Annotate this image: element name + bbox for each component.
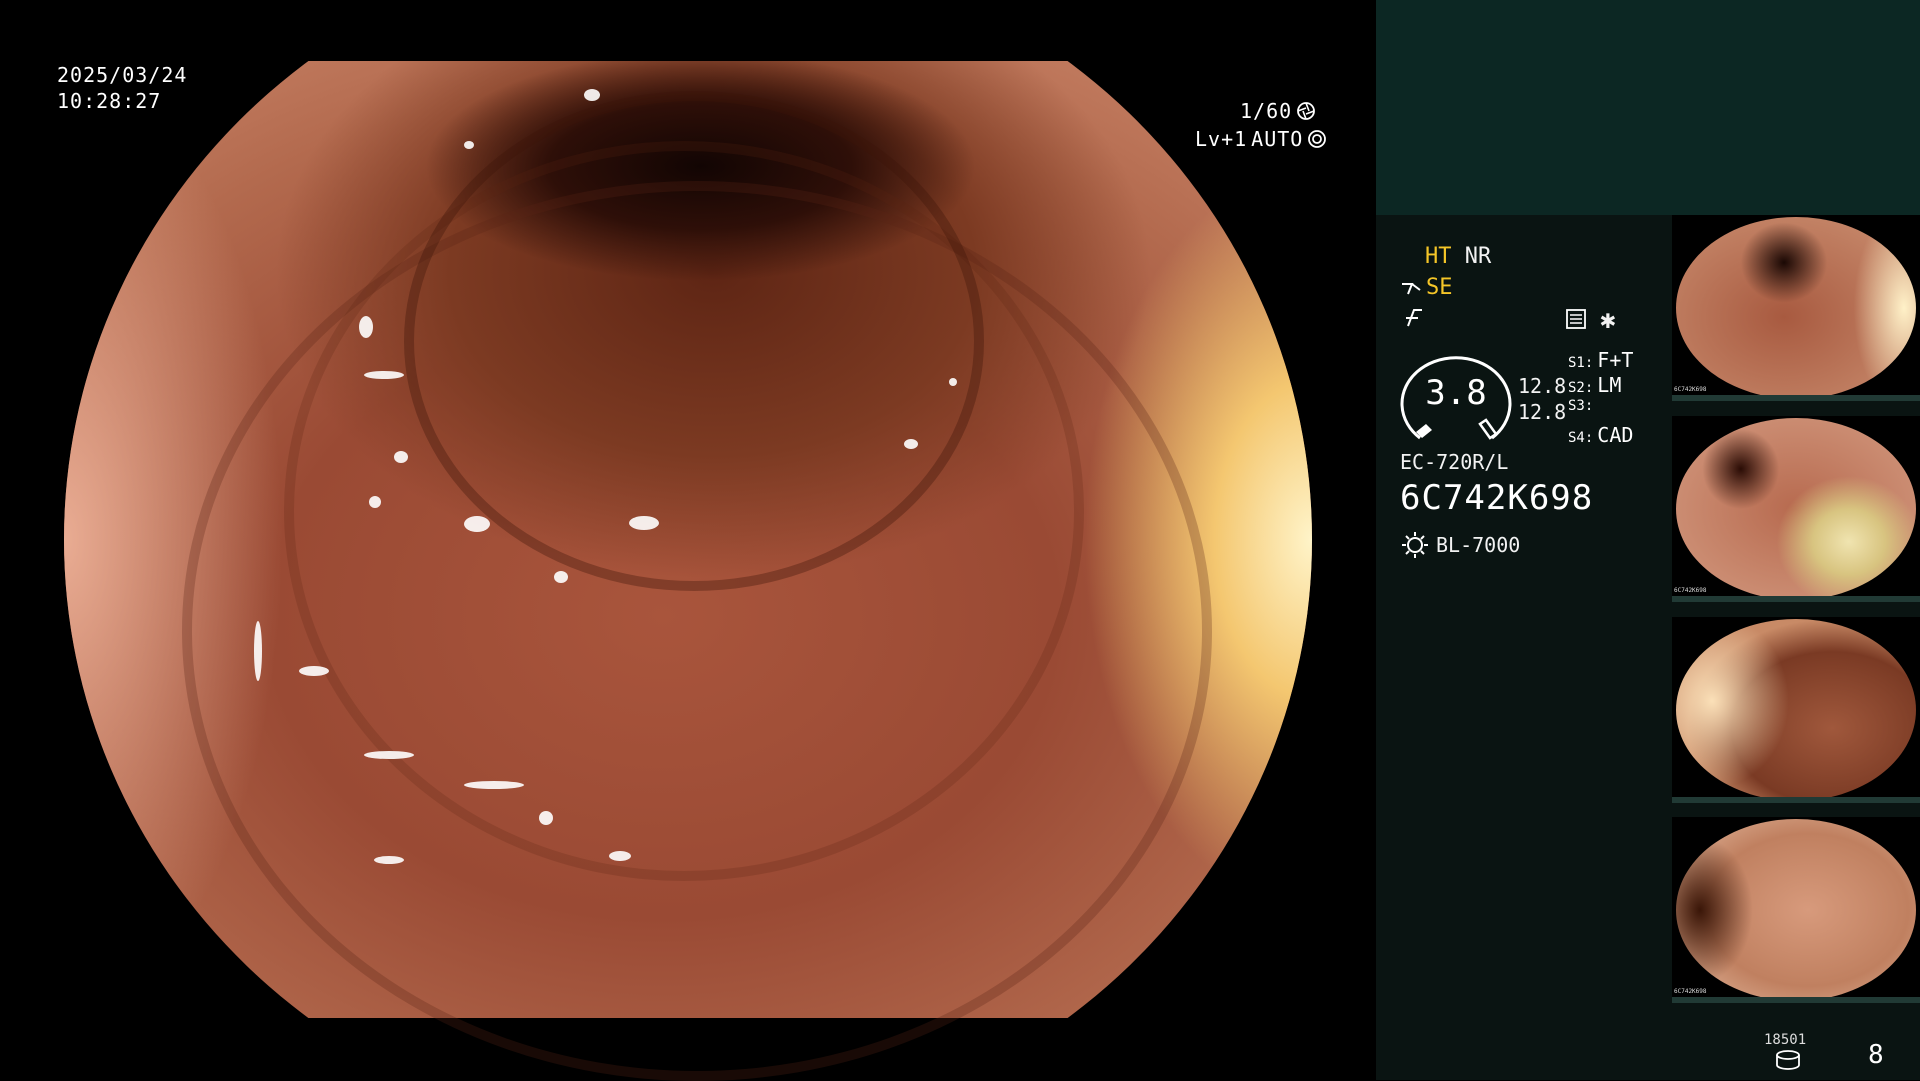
thumbnail-image xyxy=(1676,819,1916,1001)
scope-serial: 6C742K698 xyxy=(1400,478,1594,518)
switch-row: S2: LM xyxy=(1568,373,1633,398)
thumbnail-bar xyxy=(1672,997,1920,1003)
switch-row: S1: F+T xyxy=(1568,348,1633,373)
iris-icon xyxy=(1308,130,1327,148)
storage-icon xyxy=(1776,1050,1800,1070)
switch-value: CAD xyxy=(1597,423,1634,447)
thumbnail-image xyxy=(1676,619,1916,801)
specular-highlight xyxy=(904,439,918,449)
panel-header-area xyxy=(1376,0,1920,215)
specular-highlight xyxy=(254,621,262,681)
storage-count: 18501 xyxy=(1764,1032,1807,1048)
specular-highlight xyxy=(464,781,524,789)
se-mode-label: SE xyxy=(1426,275,1453,300)
filter-icon xyxy=(1406,309,1422,327)
thumbnail-label: 6C742K698 xyxy=(1674,587,1707,594)
switch-value: F+T xyxy=(1597,348,1634,372)
value-b: 12.8 xyxy=(1518,400,1567,424)
brightness-level: Lv+1 xyxy=(1195,127,1248,151)
specular-highlight xyxy=(949,378,957,386)
asterisk-icon: ✱ xyxy=(1600,305,1616,335)
specular-highlight xyxy=(584,89,600,101)
time-readout: 10:28:27 xyxy=(57,89,162,113)
endoscope-live-view xyxy=(64,61,1312,1081)
specular-highlight xyxy=(299,666,329,676)
capture-thumbnail[interactable]: 6C742K698 xyxy=(1672,817,1920,1003)
thumbnail-bar xyxy=(1672,797,1920,803)
specular-highlight xyxy=(539,811,553,825)
scope-model: EC-720R/L xyxy=(1400,450,1509,474)
thumbnail-bar xyxy=(1672,395,1920,401)
specular-highlight xyxy=(464,141,474,149)
specular-highlight xyxy=(374,856,404,864)
thumbnail-bar xyxy=(1672,596,1920,602)
record-settings-icon xyxy=(1566,309,1586,329)
specular-highlight xyxy=(554,571,568,583)
iris-indicator: Lv+1 AUTO xyxy=(1195,126,1327,152)
switch-row: S3: xyxy=(1568,398,1633,423)
thumbnail-image xyxy=(1676,217,1916,399)
switch-key: S4: xyxy=(1568,430,1594,446)
light-source-model: BL-7000 xyxy=(1436,533,1521,557)
capture-thumbnail[interactable]: 6C742K698 xyxy=(1672,215,1920,401)
shutter-speed: 1/60 xyxy=(1240,99,1293,123)
light-source-row: BL-7000 xyxy=(1400,530,1520,560)
thumbnail-image xyxy=(1676,418,1916,600)
switch-list: S1: F+T S2: LM S3: S4: CAD xyxy=(1568,348,1633,448)
date-readout: 2025/03/24 xyxy=(57,63,188,87)
specular-highlight xyxy=(629,516,659,530)
specular-highlight xyxy=(364,371,404,379)
switch-row: S4: CAD xyxy=(1568,423,1633,448)
mode-row-1: HT NR xyxy=(1425,243,1491,271)
thumbnail-label: 6C742K698 xyxy=(1674,988,1707,995)
mode-row-2: SE xyxy=(1400,274,1453,302)
enhance-icon xyxy=(1402,283,1421,295)
ht-mode-label: HT xyxy=(1425,244,1452,269)
zoom-value: 3.8 xyxy=(1425,373,1487,413)
specular-highlight xyxy=(464,516,490,532)
capture-thumbnail[interactable] xyxy=(1672,617,1920,803)
shutter-icon xyxy=(1297,102,1316,120)
value-a: 12.8 xyxy=(1518,374,1567,398)
switch-key: S1: xyxy=(1568,355,1594,371)
switch-key: S2: xyxy=(1568,380,1594,396)
specular-highlight xyxy=(369,496,381,508)
iris-mode: AUTO xyxy=(1251,127,1304,151)
switch-key: S3: xyxy=(1568,398,1594,414)
image-count: 8 xyxy=(1868,1040,1884,1070)
mucosal-fold-inner xyxy=(404,91,984,591)
capture-thumbnail[interactable]: 6C742K698 xyxy=(1672,416,1920,602)
specular-highlight xyxy=(359,316,373,338)
specular-highlight xyxy=(364,751,414,759)
thumbnail-label: 6C742K698 xyxy=(1674,386,1707,393)
specular-highlight xyxy=(394,451,408,463)
light-icon xyxy=(1402,532,1428,558)
specular-highlight xyxy=(609,851,631,861)
switch-value: LM xyxy=(1597,373,1622,397)
shutter-indicator: 1/60 xyxy=(1240,98,1316,124)
nr-mode-label: NR xyxy=(1464,244,1492,269)
